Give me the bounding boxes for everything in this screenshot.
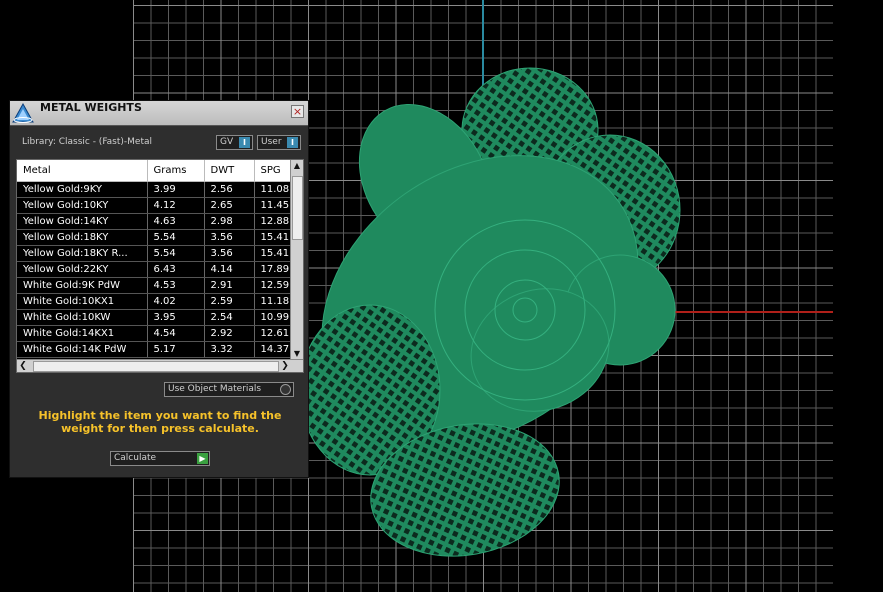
column-header-metal[interactable]: Metal [17, 160, 148, 182]
cell-grams: 4.53 [147, 277, 205, 294]
gv-label: GV [220, 137, 234, 147]
table-row[interactable]: Yellow Gold:9KY 3.99 2.56 11.08 [17, 181, 297, 198]
cell-grams: 4.12 [147, 197, 205, 214]
cell-grams: 4.54 [147, 325, 205, 342]
instruction-text: Highlight the item you want to find the … [38, 409, 282, 435]
table-row[interactable]: Yellow Gold:10KY 4.12 2.65 11.45 [17, 197, 297, 214]
vertical-scrollbar[interactable]: ▲ ▼ [290, 160, 303, 360]
cell-dwt: 4.14 [204, 261, 255, 278]
cell-grams: 5.17 [147, 341, 205, 358]
cell-grams: 3.99 [147, 181, 205, 198]
cell-dwt: 2.54 [204, 309, 255, 326]
cell-dwt: 3.32 [204, 341, 255, 358]
calculate-label: Calculate [114, 453, 157, 463]
calculate-button[interactable]: Calculate ▶ [110, 451, 210, 466]
vertical-scroll-thumb[interactable] [292, 176, 303, 240]
cell-grams: 3.95 [147, 309, 205, 326]
cell-grams: 5.54 [147, 245, 205, 262]
scroll-left-icon[interactable]: ❮ [17, 360, 29, 372]
metal-weights-table[interactable]: Metal Grams DWT SPG Yellow Gold:9KY 3.99 2… [16, 159, 304, 373]
user-label: User [261, 137, 282, 147]
horizontal-scrollbar[interactable]: ❮ ❯ [17, 359, 303, 372]
toggle-switch-icon: I [287, 137, 298, 148]
use-object-materials-option[interactable]: Use Object Materials [164, 382, 294, 397]
cell-dwt: 2.91 [204, 277, 255, 294]
cell-metal: White Gold:9K PdW [17, 277, 148, 294]
cell-metal: Yellow Gold:14KY [17, 213, 148, 230]
cell-grams: 5.54 [147, 229, 205, 246]
use-object-materials-label: Use Object Materials [168, 384, 262, 394]
cell-dwt: 3.56 [204, 229, 255, 246]
radio-icon[interactable] [280, 384, 291, 395]
cell-metal: White Gold:10KW [17, 309, 148, 326]
user-toggle[interactable]: User I [257, 135, 301, 150]
cell-dwt: 3.56 [204, 245, 255, 262]
cell-metal: Yellow Gold:22KY [17, 261, 148, 278]
cell-metal: Yellow Gold:18KY R... [17, 245, 148, 262]
rhino-gold-logo-icon [12, 103, 34, 123]
play-arrow-icon: ▶ [197, 453, 208, 464]
metal-weights-panel: METAL WEIGHTS × Library: Classic - (Fast… [9, 100, 309, 478]
panel-title: METAL WEIGHTS [40, 101, 142, 114]
cell-metal: Yellow Gold:9KY [17, 181, 148, 198]
table-row[interactable]: Yellow Gold:22KY 6.43 4.14 17.89 [17, 261, 297, 278]
cell-dwt: 2.92 [204, 325, 255, 342]
gv-toggle[interactable]: GV I [216, 135, 253, 150]
cell-grams: 6.43 [147, 261, 205, 278]
column-header-dwt[interactable]: DWT [204, 160, 255, 182]
cell-dwt: 2.65 [204, 197, 255, 214]
cell-metal: Yellow Gold:10KY [17, 197, 148, 214]
toggle-switch-icon: I [239, 137, 250, 148]
table-row[interactable]: White Gold:14KX1 4.54 2.92 12.61 [17, 325, 297, 342]
table-row[interactable]: White Gold:9K PdW 4.53 2.91 12.59 [17, 277, 297, 294]
cell-metal: White Gold:14K PdW [17, 341, 148, 358]
table-row[interactable]: Yellow Gold:18KY R... 5.54 3.56 15.41 [17, 245, 297, 262]
cell-grams: 4.63 [147, 213, 205, 230]
column-header-grams[interactable]: Grams [147, 160, 205, 182]
table-row[interactable]: White Gold:10KW 3.95 2.54 10.99 [17, 309, 297, 326]
horizontal-scroll-thumb[interactable] [33, 361, 279, 372]
scroll-right-icon[interactable]: ❯ [279, 360, 291, 372]
cell-dwt: 2.56 [204, 181, 255, 198]
table-header-row: Metal Grams DWT SPG [17, 160, 297, 182]
cell-grams: 4.02 [147, 293, 205, 310]
cell-dwt: 2.98 [204, 213, 255, 230]
table-row[interactable]: Yellow Gold:18KY 5.54 3.56 15.41 [17, 229, 297, 246]
cell-metal: Yellow Gold:18KY [17, 229, 148, 246]
table-row[interactable]: White Gold:10KX1 4.02 2.59 11.18 [17, 293, 297, 310]
table-row[interactable]: White Gold:14K PdW 5.17 3.32 14.37 [17, 341, 297, 358]
cell-dwt: 2.59 [204, 293, 255, 310]
green-wireframe-ring-model[interactable] [300, 60, 700, 560]
close-button[interactable]: × [291, 105, 304, 118]
panel-titlebar[interactable]: METAL WEIGHTS × [10, 101, 308, 126]
scroll-up-icon[interactable]: ▲ [291, 160, 303, 172]
cell-metal: White Gold:14KX1 [17, 325, 148, 342]
table-row[interactable]: Yellow Gold:14KY 4.63 2.98 12.88 [17, 213, 297, 230]
library-label: Library: Classic - (Fast)-Metal [22, 137, 153, 147]
cell-metal: White Gold:10KX1 [17, 293, 148, 310]
